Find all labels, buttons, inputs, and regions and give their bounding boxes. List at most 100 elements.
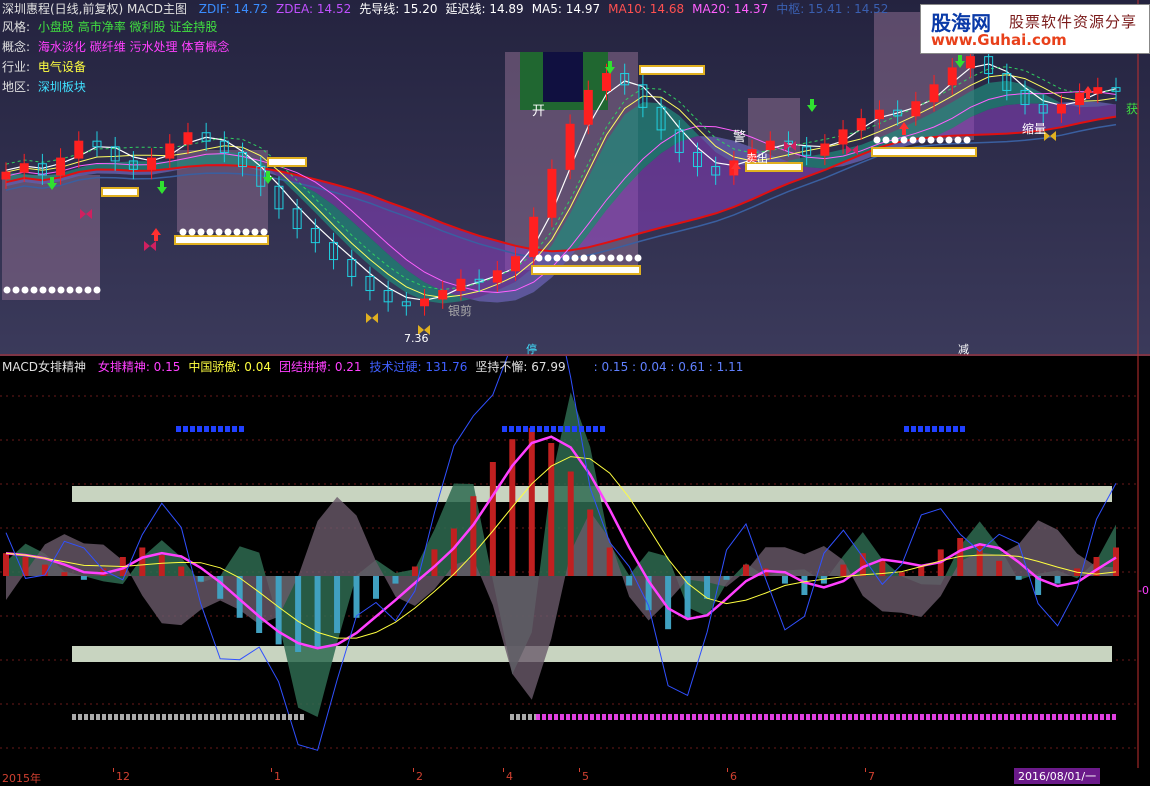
macd-indicator-panel[interactable]: MACD女排精神 女排精神: 0.15 中国骄傲: 0.04 团结拼搏: 0.21 技… — [0, 356, 1150, 768]
top-signal-1 — [551, 426, 556, 432]
bottom-signal-gray — [120, 714, 124, 720]
bottom-signal-pink — [1004, 714, 1008, 720]
cut-annotation: 银剪 — [448, 304, 473, 318]
macd-chart-svg — [0, 356, 1139, 768]
bottom-signal-gray — [144, 714, 148, 720]
top-signal-0 — [232, 426, 237, 432]
candle-body-53 — [965, 56, 975, 69]
candle-body-50 — [911, 101, 921, 117]
macd-bar-21 — [411, 566, 418, 576]
bottom-signal-pink — [986, 714, 990, 720]
consolidation-box-0 — [2, 175, 100, 300]
concept-label: 概念: — [2, 40, 31, 54]
top-signal-1 — [502, 426, 507, 432]
signal-dot-3 — [598, 254, 606, 262]
bottom-signal-gray — [234, 714, 238, 720]
macd-bar-41 — [801, 576, 808, 595]
signal-dot-1 — [260, 228, 268, 236]
bottom-signal-pink — [896, 714, 900, 720]
signal-dot-0 — [12, 286, 20, 294]
signal-dot-1 — [215, 228, 223, 236]
open-annotation: 开 — [532, 104, 546, 119]
time-tick-2 — [271, 768, 272, 772]
macd-bar-40 — [781, 576, 788, 584]
bottom-signal-pink — [704, 714, 708, 720]
bottom-signal-pink — [566, 714, 570, 720]
macd-bar-54 — [1054, 576, 1061, 584]
bottom-signal-pink — [1016, 714, 1020, 720]
candle-body-25 — [456, 278, 466, 292]
bottom-signal-pink — [1106, 714, 1110, 720]
bottom-signal-pink — [776, 714, 780, 720]
macd-header-item-2: 团结拼搏: 0.21 — [278, 360, 362, 374]
bottom-signal-gray — [228, 714, 232, 720]
bottom-signal-gray2 — [528, 714, 532, 720]
bottom-signal-pink — [620, 714, 624, 720]
macd-bar-19 — [373, 576, 379, 599]
candle-body-48 — [874, 109, 884, 120]
bottom-signal-pink — [866, 714, 870, 720]
signal-dot-2 — [900, 136, 908, 144]
top-signal-0 — [183, 426, 188, 432]
signal-dot-3 — [589, 254, 597, 262]
top-signal-0 — [211, 426, 216, 432]
bottom-signal-pink — [1064, 714, 1068, 720]
bottom-signal-gray — [240, 714, 244, 720]
candle-body-42 — [765, 140, 775, 151]
region-row: 地区: 深圳板块 — [2, 78, 86, 95]
bottom-signal-pink — [632, 714, 636, 720]
candle-body-58 — [1056, 104, 1066, 114]
macd-bar-8 — [158, 555, 165, 576]
bottom-signal-pink — [788, 714, 792, 720]
signal-dot-2 — [918, 136, 926, 144]
bottom-signal-gray — [192, 714, 196, 720]
bottom-signal-pink — [686, 714, 690, 720]
signal-dot-3 — [562, 254, 570, 262]
bottom-signal-pink — [860, 714, 864, 720]
bottom-signal-pink — [614, 714, 618, 720]
top-signal-1 — [516, 426, 521, 432]
signal-dot-2 — [891, 136, 899, 144]
top-signal-2 — [925, 426, 930, 432]
macd-bar-28 — [548, 443, 555, 576]
bottom-signal-gray — [210, 714, 214, 720]
concept-row: 概念: 海水淡化 碳纤维 污水处理 体育概念 — [2, 38, 229, 55]
top-signal-1 — [509, 426, 514, 432]
price-chart-panel[interactable]: 深圳惠程(日线,前复权) MACD主图 ZDIF: 14.72 ZDEA: 14.… — [0, 0, 1150, 356]
header-item-5: MA10: 14.68 — [608, 2, 685, 16]
top-signal-1 — [558, 426, 563, 432]
signal-dot-3 — [553, 254, 561, 262]
top-signal-1 — [579, 426, 584, 432]
signal-dot-3 — [571, 254, 579, 262]
macd-bar-23 — [450, 528, 457, 576]
top-signal-1 — [523, 426, 528, 432]
industry-value: 电气设备 — [37, 60, 86, 74]
signal-dot-2 — [927, 136, 935, 144]
bottom-signal-gray2 — [510, 714, 514, 720]
time-label-4: 4 — [506, 770, 513, 783]
bottom-signal-pink — [800, 714, 804, 720]
signal-dot-3 — [625, 254, 633, 262]
top-signal-1 — [593, 426, 598, 432]
bottom-signal-pink — [758, 714, 762, 720]
bottom-signal-pink — [938, 714, 942, 720]
reduce-annotation: 减 — [958, 343, 969, 356]
top-signal-2 — [953, 426, 958, 432]
top-signal-1 — [530, 426, 535, 432]
signal-bar-5 — [871, 147, 977, 157]
bottom-signal-pink — [626, 714, 630, 720]
candle-body-10 — [183, 132, 193, 145]
macd-bar-27 — [528, 427, 535, 576]
top-signal-0 — [218, 426, 223, 432]
signal-dot-2 — [873, 136, 881, 144]
top-signal-0 — [190, 426, 195, 432]
signal-dot-3 — [616, 254, 624, 262]
bottom-signal-pink — [854, 714, 858, 720]
signal-dot-2 — [882, 136, 890, 144]
header-item-3: 延迟线: 14.89 — [445, 2, 524, 16]
bottom-signal-gray — [114, 714, 118, 720]
signal-dot-1 — [188, 228, 196, 236]
bottom-signal-pink — [836, 714, 840, 720]
bottom-signal-pink — [668, 714, 672, 720]
bottom-signal-pink — [1034, 714, 1038, 720]
